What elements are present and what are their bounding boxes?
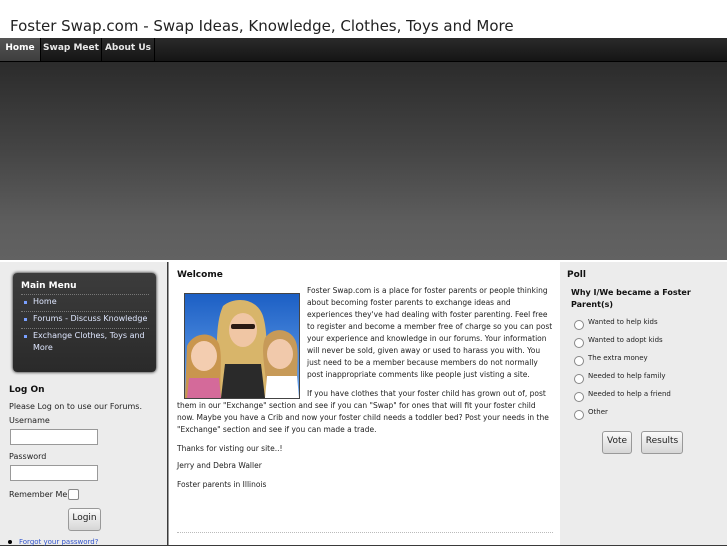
poll-option-label: Needed to help a friend <box>588 390 671 398</box>
poll-option-label: Needed to help family <box>588 372 666 380</box>
password-input[interactable] <box>10 465 98 481</box>
main-menu: Main Menu Home Forums - Discuss Knowledg… <box>13 273 156 372</box>
nav-home[interactable]: Home <box>0 38 41 61</box>
poll-option-label: Other <box>588 408 608 416</box>
remember-me-checkbox[interactable] <box>68 489 79 500</box>
main-menu-item-forums[interactable]: Forums - Discuss Knowledge <box>21 311 149 328</box>
thanks-text: Thanks for visting our site..! <box>177 444 283 453</box>
main-content: Welcome Foster Swap.com is a place for f… <box>168 262 561 545</box>
square-bullet-icon <box>24 301 27 304</box>
main-menu-item-label: Forums - Discuss Knowledge <box>33 314 148 323</box>
signature-location: Foster parents in Illinois <box>177 480 267 489</box>
main-menu-title: Main Menu <box>21 281 77 291</box>
poll-option-radio[interactable] <box>574 356 584 366</box>
poll-option-radio[interactable] <box>574 392 584 402</box>
poll-option-label: Wanted to adopt kids <box>588 336 663 344</box>
main-menu-item-label: Exchange Clothes, Toys and More <box>33 331 145 352</box>
vote-button[interactable]: Vote <box>602 431 632 454</box>
site-title: Foster Swap.com - Swap Ideas, Knowledge,… <box>10 17 514 35</box>
square-bullet-icon <box>24 335 27 338</box>
login-button[interactable]: Login <box>68 508 101 531</box>
remember-me-label: Remember Me <box>9 490 68 499</box>
content-divider <box>177 532 553 533</box>
family-photo <box>184 293 300 399</box>
top-navigation: Home Swap Meet About Us <box>0 38 727 62</box>
poll-option-radio[interactable] <box>574 410 584 420</box>
main-menu-item-exchange[interactable]: Exchange Clothes, Toys and More <box>21 328 149 359</box>
username-label: Username <box>9 416 50 425</box>
poll-option-radio[interactable] <box>574 338 584 348</box>
main-menu-item-home[interactable]: Home <box>21 294 149 311</box>
square-bullet-icon <box>24 318 27 321</box>
intro-paragraph: Foster Swap.com is a place for foster pa… <box>307 286 553 379</box>
login-title: Log On <box>9 385 45 395</box>
poll-option-label: The extra money <box>588 354 648 362</box>
nav-swap-meet[interactable]: Swap Meet <box>41 38 102 61</box>
site-header: Foster Swap.com - Swap Ideas, Knowledge,… <box>0 0 727 39</box>
left-sidebar: Main Menu Home Forums - Discuss Knowledg… <box>0 262 167 546</box>
main-menu-item-label: Home <box>33 297 57 306</box>
dot-bullet-icon <box>8 540 12 544</box>
content-title: Welcome <box>177 270 223 280</box>
login-note: Please Log on to use our Forums. <box>9 402 142 411</box>
poll-title: Poll <box>567 270 586 280</box>
poll-option-label: Wanted to help kids <box>588 318 658 326</box>
signature-names: Jerry and Debra Waller <box>177 461 262 470</box>
exchange-paragraph: If you have clothes that your foster chi… <box>177 388 553 436</box>
poll-option-radio[interactable] <box>574 374 584 384</box>
nav-about-us[interactable]: About Us <box>102 38 155 61</box>
right-sidebar: Poll Why I/We became a Foster Parent(s) … <box>560 262 727 545</box>
results-button[interactable]: Results <box>641 431 683 454</box>
poll-question: Why I/We became a Foster Parent(s) <box>571 288 691 309</box>
password-label: Password <box>9 452 47 461</box>
family-photo-image <box>185 294 299 398</box>
header-banner <box>0 62 727 261</box>
username-input[interactable] <box>10 429 98 445</box>
poll-option-radio[interactable] <box>574 320 584 330</box>
